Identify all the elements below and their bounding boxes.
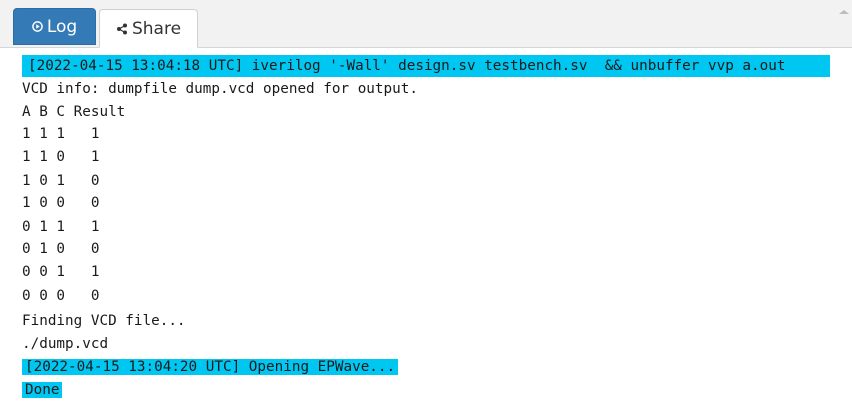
log-table-row: 1 0 0 0 [22,195,100,211]
log-table-row: 1 1 0 1 [22,149,100,165]
tab-log-label: Log [46,16,78,37]
collapse-arrow-icon[interactable] [838,0,850,14]
log-done: Done [22,379,63,401]
log-vcd-path: ./dump.vcd [22,336,109,352]
tab-bar: Log Share [0,0,852,48]
log-opening-epwave: [2022-04-15 13:04:20 UTC] Opening EPWave… [22,356,399,378]
log-table-row: 0 1 1 1 [22,219,100,235]
log-table-row: 1 1 1 1 [22,126,100,142]
log-table-row: 0 0 0 0 [22,288,100,304]
log-table-row: 1 0 1 0 [22,173,100,189]
log-output: [2022-04-15 13:04:18 UTC] iverilog '-Wal… [0,48,852,416]
log-table-row: 0 0 1 1 [22,264,100,280]
tab-share-label: Share [131,18,182,39]
play-circle-icon [31,21,43,32]
log-table-row: 0 1 0 0 [22,241,100,257]
tab-log[interactable]: Log [13,8,96,45]
log-finding-vcd: Finding VCD file... [22,313,186,329]
log-table-header: A B C Result [22,104,126,120]
tab-share[interactable]: Share [99,9,198,48]
log-vcd-info: VCD info: dumpfile dump.vcd opened for o… [22,81,418,97]
log-command-line: [2022-04-15 13:04:18 UTC] iverilog '-Wal… [22,55,830,77]
share-icon [116,23,128,35]
log-done-text: Done [22,382,63,398]
log-opening-epwave-text: [2022-04-15 13:04:20 UTC] Opening EPWave… [22,359,399,375]
